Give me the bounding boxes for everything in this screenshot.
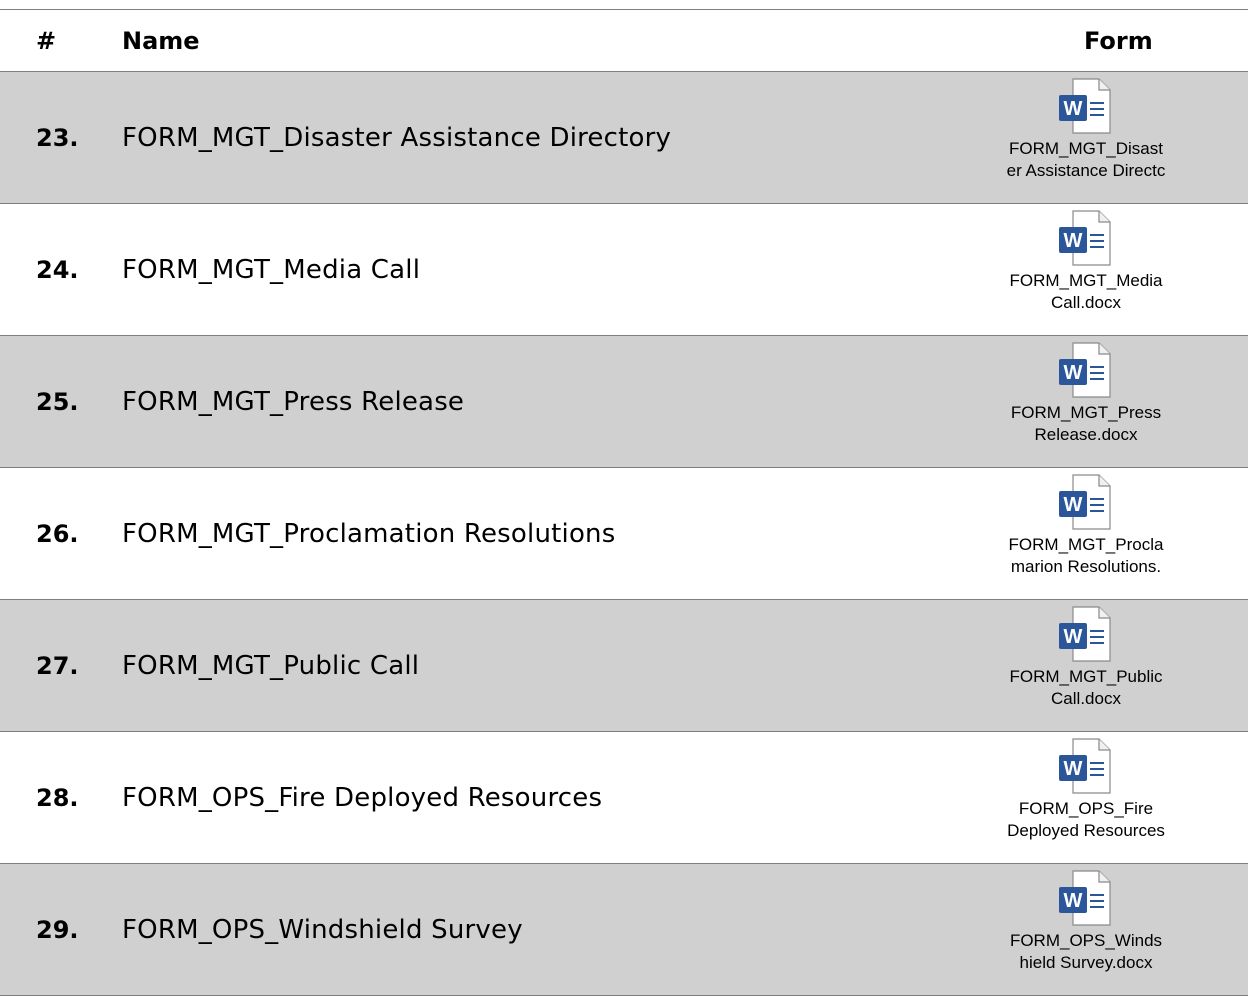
word-document-icon[interactable]: W [1057, 870, 1111, 928]
embedded-file-attachment[interactable]: W FORM_MGT_Media Call.docx [983, 204, 1189, 336]
file-caption-line-2: Call.docx [1051, 293, 1121, 312]
embedded-file-attachment[interactable]: W FORM_MGT_Procla marion Resolutions. [983, 468, 1189, 600]
table-row: 26. FORM_MGT_Proclamation Resolutions W … [0, 468, 1248, 600]
table-row: 25. FORM_MGT_Press Release W FORM_MGT_Pr… [0, 336, 1248, 468]
word-document-icon[interactable]: W [1057, 606, 1111, 664]
file-caption-line-1: FORM_MGT_Media [1009, 271, 1163, 290]
form-name: FORM_MGT_Public Call [122, 651, 420, 681]
forms-table: # Name Form 23. FORM_MGT_Disaster Assist… [0, 9, 1248, 996]
svg-text:W: W [1064, 98, 1083, 120]
table-row: 28. FORM_OPS_Fire Deployed Resources W F… [0, 732, 1248, 864]
word-document-icon[interactable]: W [1057, 474, 1111, 532]
column-header-number: # [36, 27, 57, 55]
row-number: 28. [36, 784, 79, 812]
word-document-icon[interactable]: W [1057, 210, 1111, 268]
embedded-file-attachment[interactable]: W FORM_MGT_Press Release.docx [983, 336, 1189, 468]
table-row: 23. FORM_MGT_Disaster Assistance Directo… [0, 72, 1248, 204]
row-number: 25. [36, 388, 79, 416]
embedded-file-attachment[interactable]: W FORM_MGT_Public Call.docx [983, 600, 1189, 732]
form-name: FORM_MGT_Media Call [122, 255, 421, 285]
file-caption: FORM_OPS_Fire Deployed Resources [983, 798, 1189, 842]
file-caption: FORM_MGT_Media Call.docx [983, 270, 1189, 314]
file-caption-line-2: marion Resolutions. [1010, 557, 1162, 576]
svg-text:W: W [1064, 626, 1083, 648]
table-row: 24. FORM_MGT_Media Call W FORM_MGT_Media… [0, 204, 1248, 336]
file-caption-line-1: FORM_MGT_Disast [1009, 139, 1163, 158]
file-caption-line-2: Release.docx [1034, 425, 1138, 444]
table-row: 29. FORM_OPS_Windshield Survey W FORM_OP… [0, 864, 1248, 996]
table-row: 27. FORM_MGT_Public Call W FORM_MGT_Publ… [0, 600, 1248, 732]
svg-text:W: W [1064, 230, 1083, 252]
file-caption-line-2: er Assistance Directc [1006, 161, 1166, 180]
table-header: # Name Form [0, 10, 1248, 72]
file-caption: FORM_OPS_Winds hield Survey.docx [983, 930, 1189, 974]
word-document-icon[interactable]: W [1057, 78, 1111, 136]
file-caption-line-2: Deployed Resources [1007, 821, 1165, 840]
word-document-icon[interactable]: W [1057, 738, 1111, 796]
word-document-icon[interactable]: W [1057, 342, 1111, 400]
file-caption: FORM_MGT_Public Call.docx [983, 666, 1189, 710]
form-name: FORM_MGT_Proclamation Resolutions [122, 519, 616, 549]
row-number: 23. [36, 124, 79, 152]
file-caption-line-2: Call.docx [1051, 689, 1121, 708]
form-name: FORM_MGT_Press Release [122, 387, 465, 417]
embedded-file-attachment[interactable]: W FORM_OPS_Winds hield Survey.docx [983, 864, 1189, 996]
row-number: 26. [36, 520, 79, 548]
svg-text:W: W [1064, 494, 1083, 516]
embedded-file-attachment[interactable]: W FORM_MGT_Disast er Assistance Directc [983, 72, 1189, 204]
file-caption: FORM_MGT_Procla marion Resolutions. [983, 534, 1189, 578]
file-caption: FORM_MGT_Disast er Assistance Directc [983, 138, 1189, 182]
svg-text:W: W [1064, 758, 1083, 780]
form-name: FORM_OPS_Fire Deployed Resources [122, 783, 603, 813]
file-caption-line-1: FORM_MGT_Press [1010, 403, 1162, 422]
file-caption-line-2: hield Survey.docx [1019, 953, 1153, 972]
row-number: 24. [36, 256, 79, 284]
row-number: 29. [36, 916, 79, 944]
column-header-name: Name [122, 27, 200, 55]
file-caption-line-1: FORM_OPS_Winds [1009, 931, 1163, 950]
table-body: 23. FORM_MGT_Disaster Assistance Directo… [0, 72, 1248, 996]
svg-text:W: W [1064, 362, 1083, 384]
file-caption-line-1: FORM_MGT_Procla [1008, 535, 1164, 554]
file-caption: FORM_MGT_Press Release.docx [983, 402, 1189, 446]
column-header-form: Form [1084, 27, 1153, 55]
embedded-file-attachment[interactable]: W FORM_OPS_Fire Deployed Resources [983, 732, 1189, 864]
form-name: FORM_OPS_Windshield Survey [122, 915, 523, 945]
form-name: FORM_MGT_Disaster Assistance Directory [122, 123, 672, 153]
file-caption-line-1: FORM_OPS_Fire [1018, 799, 1154, 818]
svg-text:W: W [1064, 890, 1083, 912]
file-caption-line-1: FORM_MGT_Public [1009, 667, 1163, 686]
row-number: 27. [36, 652, 79, 680]
